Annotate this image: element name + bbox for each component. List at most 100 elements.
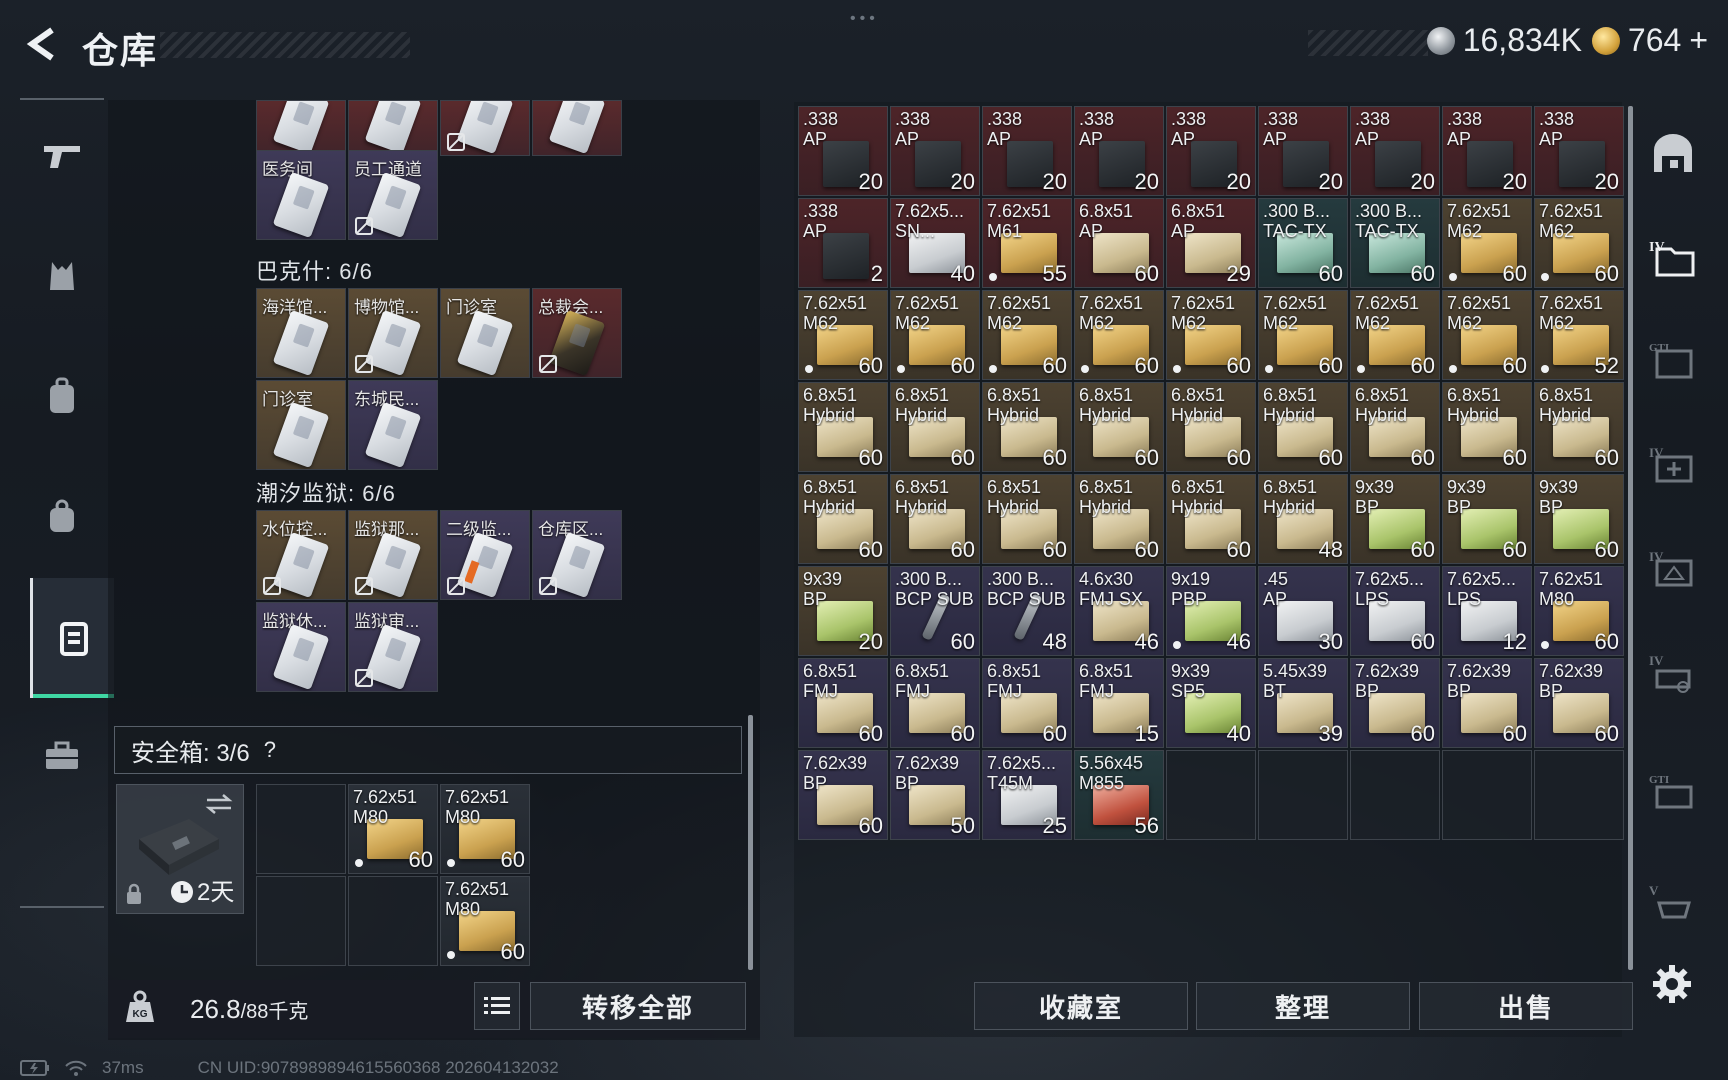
empty-slot[interactable]: [1258, 750, 1348, 840]
nav-backpack[interactable]: [32, 366, 92, 426]
tab-stash-gti-1[interactable]: GTI: [1646, 334, 1700, 388]
ammo-item[interactable]: .338 AP 20: [890, 106, 980, 196]
ammo-item[interactable]: 7.62x5... T45M 25: [982, 750, 1072, 840]
ammo-item[interactable]: 6.8x51 Hybrid 60: [1350, 382, 1440, 472]
keycard-slot[interactable]: 仓库区...: [532, 510, 622, 600]
ammo-item[interactable]: 6.8x51 Hybrid 60: [1442, 382, 1532, 472]
back-arrow-icon[interactable]: [22, 24, 62, 64]
collection-room-button[interactable]: 收藏室: [974, 982, 1188, 1030]
ammo-item[interactable]: .338 AP 20: [1534, 106, 1624, 196]
empty-slot[interactable]: [348, 876, 438, 966]
keycard-slot[interactable]: 海洋馆...: [256, 288, 346, 378]
ammo-item[interactable]: 7.62x39 BP 50: [890, 750, 980, 840]
tab-stash-4[interactable]: IV: [1646, 230, 1700, 284]
gold-currency[interactable]: 764 +: [1591, 22, 1708, 59]
ammo-item[interactable]: 7.62x51 M62 60: [1442, 198, 1532, 288]
tab-home[interactable]: [1646, 126, 1700, 180]
ammo-item[interactable]: 5.45x39 BT 39: [1258, 658, 1348, 748]
ammo-item[interactable]: .300 B... BCP SUB 48: [982, 566, 1072, 656]
ammo-item[interactable]: 5.56x45 M855 56: [1074, 750, 1164, 840]
ammo-item[interactable]: 6.8x51 AP 29: [1166, 198, 1256, 288]
ammo-item[interactable]: .338 AP 20: [1350, 106, 1440, 196]
ammo-item[interactable]: 7.62x39 BP 60: [798, 750, 888, 840]
keycard-slot[interactable]: [256, 100, 346, 156]
keycard-slot[interactable]: 监狱那...: [348, 510, 438, 600]
ammo-item[interactable]: 7.62x51 M62 60: [1350, 290, 1440, 380]
ammo-item[interactable]: 6.8x51 FMJ 15: [1074, 658, 1164, 748]
ammo-item[interactable]: .338 AP 20: [1258, 106, 1348, 196]
sell-button[interactable]: 出售: [1419, 982, 1633, 1030]
swap-icon[interactable]: [205, 793, 233, 815]
ammo-item[interactable]: 6.8x51 FMJ 60: [798, 658, 888, 748]
nav-vest[interactable]: [32, 246, 92, 306]
ammo-item[interactable]: 7.62x51 M62 60: [1534, 198, 1624, 288]
ammo-item[interactable]: .300 B... BCP SUB 60: [890, 566, 980, 656]
ammo-item[interactable]: 7.62x51 M62 60: [982, 290, 1072, 380]
nav-bag[interactable]: [32, 486, 92, 546]
ammo-item[interactable]: 9x39 BP 60: [1442, 474, 1532, 564]
keycard-slot[interactable]: 水位控...: [256, 510, 346, 600]
ammo-item[interactable]: 4.6x30 FMJ SX 46: [1074, 566, 1164, 656]
empty-slot[interactable]: [1534, 750, 1624, 840]
ammo-item[interactable]: 6.8x51 Hybrid 60: [890, 382, 980, 472]
keycard-slot[interactable]: 门诊室: [256, 380, 346, 470]
ammo-item[interactable]: 6.8x51 Hybrid 48: [1258, 474, 1348, 564]
keycard-slot[interactable]: 二级监...: [440, 510, 530, 600]
ammo-item[interactable]: 9x39 BP 20: [798, 566, 888, 656]
ammo-item[interactable]: 6.8x51 AP 60: [1074, 198, 1164, 288]
add-currency-button[interactable]: +: [1689, 22, 1708, 59]
ammo-item[interactable]: 7.62x51 M62 60: [1074, 290, 1164, 380]
ammo-item[interactable]: 6.8x51 Hybrid 60: [798, 474, 888, 564]
keycard-slot[interactable]: 监狱审...: [348, 602, 438, 692]
keycard-slot[interactable]: 东城民...: [348, 380, 438, 470]
ammo-item[interactable]: 7.62x51 M62 60: [1442, 290, 1532, 380]
ammo-item[interactable]: 7.62x51 M80 60: [440, 876, 530, 966]
ammo-item[interactable]: 7.62x39 BP 60: [1442, 658, 1532, 748]
nav-toolbox[interactable]: [32, 726, 92, 786]
ammo-item[interactable]: .300 B... TAC-TX 60: [1350, 198, 1440, 288]
transfer-all-button[interactable]: 转移全部: [530, 982, 746, 1030]
ammo-item[interactable]: 9x39 BP 60: [1350, 474, 1440, 564]
keycard-slot[interactable]: [348, 100, 438, 156]
ammo-item[interactable]: 7.62x5... LPS 12: [1442, 566, 1532, 656]
silver-currency[interactable]: 16,834K: [1426, 22, 1582, 59]
keycard-slot[interactable]: 门诊室: [440, 288, 530, 378]
stash-scrollbar[interactable]: [1628, 106, 1633, 970]
ammo-item[interactable]: 7.62x51 M62 60: [1258, 290, 1348, 380]
ammo-item[interactable]: .338 AP 20: [1442, 106, 1532, 196]
ammo-item[interactable]: 6.8x51 Hybrid 60: [1074, 474, 1164, 564]
ammo-item[interactable]: .45 AP 30: [1258, 566, 1348, 656]
keycard-slot[interactable]: 总裁会...: [532, 288, 622, 378]
tab-stash-medical[interactable]: IV: [1646, 438, 1700, 492]
ammo-item[interactable]: 6.8x51 Hybrid 60: [1166, 382, 1256, 472]
empty-slot[interactable]: [1166, 750, 1256, 840]
ammo-item[interactable]: .338 AP 20: [1166, 106, 1256, 196]
ammo-item[interactable]: 7.62x39 BP 60: [1534, 658, 1624, 748]
nav-weapons[interactable]: [32, 126, 92, 186]
ammo-item[interactable]: 6.8x51 Hybrid 60: [798, 382, 888, 472]
ammo-item[interactable]: 6.8x51 Hybrid 60: [1258, 382, 1348, 472]
tab-stash-5[interactable]: V: [1646, 876, 1700, 930]
ammo-item[interactable]: 6.8x51 Hybrid 60: [890, 474, 980, 564]
ammo-item[interactable]: 9x19 PBP 46: [1166, 566, 1256, 656]
ammo-item[interactable]: .300 B... TAC-TX 60: [1258, 198, 1348, 288]
keycard-slot[interactable]: 监狱休...: [256, 602, 346, 692]
ammo-item[interactable]: 9x39 SP5 40: [1166, 658, 1256, 748]
ammo-item[interactable]: 7.62x51 M61 55: [982, 198, 1072, 288]
keycard-slot[interactable]: 员工通道: [348, 150, 438, 240]
ammo-item[interactable]: 6.8x51 Hybrid 60: [1166, 474, 1256, 564]
list-view-button[interactable]: [474, 982, 520, 1030]
tab-stash-4b[interactable]: IV: [1646, 542, 1700, 596]
ammo-item[interactable]: .338 AP 20: [798, 106, 888, 196]
empty-slot[interactable]: [256, 784, 346, 874]
ammo-item[interactable]: .338 AP 20: [1074, 106, 1164, 196]
nav-safe-case[interactable]: [30, 578, 114, 698]
left-scrollbar[interactable]: [748, 715, 753, 970]
settings-gear-icon[interactable]: [1650, 962, 1694, 1006]
keycard-slot[interactable]: 医务间: [256, 150, 346, 240]
empty-slot[interactable]: [1442, 750, 1532, 840]
ammo-item[interactable]: 7.62x51 M62 60: [1166, 290, 1256, 380]
help-icon[interactable]: ?: [264, 737, 276, 763]
ammo-item[interactable]: 6.8x51 Hybrid 60: [1534, 382, 1624, 472]
tab-stash-4c[interactable]: IV: [1646, 646, 1700, 700]
